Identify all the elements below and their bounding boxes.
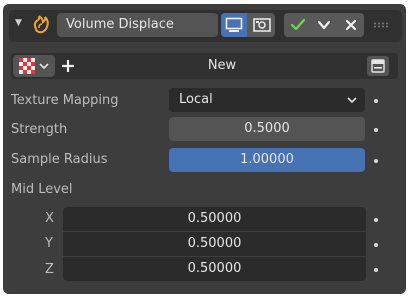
new-texture-button[interactable]: New (79, 55, 365, 77)
display-in-render-icon (253, 18, 271, 32)
sample-radius-label: Sample Radius (11, 152, 108, 167)
modifier-panel: ▼ Volume Displace New Texture Mapping Lo… (3, 4, 406, 294)
strength-field[interactable]: 0.5000 (169, 117, 365, 141)
texture-mapping-label: Texture Mapping (11, 93, 119, 108)
field-divider (63, 256, 366, 257)
mid-level-y-label: Y (45, 236, 53, 251)
keyframe-dot-icon[interactable] (374, 159, 378, 163)
texture-checker-icon (19, 58, 35, 74)
mid-level-x-label: X (45, 211, 54, 226)
delete-modifier-button[interactable] (337, 13, 364, 37)
sample-radius-field[interactable]: 1.00000 (169, 148, 365, 172)
strength-label: Strength (11, 122, 68, 137)
field-divider (63, 231, 366, 232)
texture-properties-icon (371, 59, 385, 73)
volume-displace-modifier-icon (33, 15, 49, 34)
collapse-triangle-icon[interactable]: ▼ (15, 18, 22, 28)
chevron-down-icon (347, 97, 357, 104)
plus-icon[interactable] (61, 59, 75, 73)
keyframe-dot-icon[interactable] (374, 268, 378, 272)
texture-browse-button[interactable] (13, 55, 55, 77)
texture-mapping-dropdown[interactable]: Local (169, 88, 365, 112)
mid-level-z-label: Z (45, 262, 54, 277)
modifier-name-field[interactable]: Volume Displace (57, 13, 218, 37)
delete-icon (345, 19, 356, 31)
keyframe-dot-icon[interactable] (374, 243, 378, 247)
keyframe-dot-icon[interactable] (374, 128, 378, 132)
keyframe-dot-icon[interactable] (374, 218, 378, 222)
drag-handle-icon[interactable] (373, 22, 389, 28)
keyframe-dot-icon[interactable] (374, 99, 378, 103)
mid-level-y-field[interactable]: 0.50000 (63, 232, 366, 256)
texture-mapping-value: Local (179, 92, 213, 107)
display-in-viewport-button[interactable] (221, 13, 247, 37)
mid-level-label: Mid Level (11, 182, 73, 197)
display-in-render-button[interactable] (249, 13, 275, 37)
mid-level-x-field[interactable]: 0.50000 (63, 207, 366, 231)
dropdown-menu-icon (317, 20, 331, 30)
texture-properties-button[interactable] (367, 56, 389, 76)
display-in-viewport-icon (225, 17, 243, 32)
enable-button[interactable] (284, 13, 311, 37)
chevron-down-icon (39, 63, 49, 70)
enable-icon (290, 18, 305, 31)
modifier-menu-button[interactable] (311, 13, 337, 37)
mid-level-z-field[interactable]: 0.50000 (63, 257, 366, 281)
